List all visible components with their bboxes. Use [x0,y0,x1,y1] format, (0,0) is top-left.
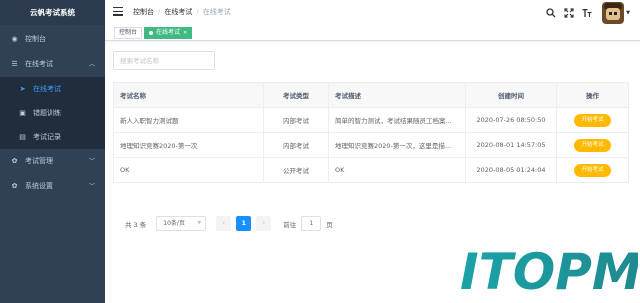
chevron-down-icon: ▼ [197,220,202,226]
avatar[interactable] [602,1,625,24]
tag-dashboard[interactable]: 控制台 [114,27,143,39]
tag-online-exam[interactable]: 在线考试 ✕ [144,27,193,39]
cell-actions: 开始考试 [556,107,629,133]
app: 云帆考试系统 ◉ 控制台 ☰ 在线考试 ︿ ➤ 在线考试 ▣ 错题训练 ▤ 考试记录 ✿ 考… [0,0,640,303]
watermark-text: ITOPM [460,244,638,299]
app-logo-title[interactable]: 云帆考试系统 [0,0,105,25]
gear-icon: ✿ [11,157,18,165]
table-header-row: 考试名称 考试类型 考试描述 创建时间 操作 [113,82,629,108]
page-size-select[interactable]: 10条/页 ▼ [156,216,207,231]
sidebar-item-exam-records[interactable]: ▤ 考试记录 [0,125,105,149]
watermark: ITOPM [453,238,640,303]
submenu-online-exam: ➤ 在线考试 ▣ 错题训练 ▤ 考试记录 [0,77,105,149]
cell-actions: 开始考试 [556,157,629,183]
search-input[interactable] [113,51,215,70]
prev-page-button[interactable]: ‹ [216,216,232,231]
chevron-down-icon: ﹀ [88,183,95,190]
cell-exam-type: 内部考试 [263,107,329,133]
cell-exam-description: 简单的智力测试，考试结果随员工档案... [328,107,466,133]
column-header-created-time: 创建时间 [465,82,557,108]
pagination: 共 3 条 10条/页 ▼ ‹ 1 › 前往 1 页 [125,216,333,231]
send-icon: ➤ [19,85,26,93]
cell-exam-description: 地理知识竞赛2020-第一次，这里是描... [328,132,466,158]
navbar-right-menu: ▼ [540,0,630,25]
sidebar-item-exam-management[interactable]: ✿ 考试管理 ﹀ [0,149,105,174]
breadcrumb-item-online-exam[interactable]: 在线考试 [164,8,192,16]
cell-created-time: 2020-08-01 14:57:05 [465,132,557,158]
navbar: 控制台 / 在线考试 / 在线考试 ▼ [105,0,640,25]
breadcrumb-item-current: 在线考试 [202,8,231,16]
cell-exam-type: 公开考试 [263,157,329,183]
table-row: OK 公开考试 OK 2020-08-05 01:24:04 开始考试 [113,157,629,183]
book-icon: ▣ [19,109,26,117]
cell-created-time: 2020-08-05 01:24:04 [465,157,557,183]
next-page-button[interactable]: › [256,216,272,231]
fullscreen-icon[interactable] [562,6,576,20]
watermark-logo: ITOPM [460,244,638,299]
chevron-down-icon: ﹀ [88,158,95,165]
caret-down-icon[interactable]: ▼ [626,10,630,16]
sidebar-item-label: 考试记录 [33,133,61,141]
hamburger-menu-icon[interactable] [113,7,123,17]
sidebar-item-label: 控制台 [25,35,46,43]
sidebar-item-dashboard[interactable]: ◉ 控制台 [0,27,105,52]
page-number-current[interactable]: 1 [236,216,252,231]
start-exam-button[interactable]: 开始考试 [574,163,611,177]
tags-view: 控制台 在线考试 ✕ [105,25,640,41]
start-exam-button[interactable]: 开始考试 [574,138,611,152]
close-icon[interactable]: ✕ [183,30,187,36]
sidebar-item-label: 在线考试 [25,60,53,68]
dashboard-icon: ◉ [11,35,18,43]
sidebar-item-label: 考试管理 [25,157,53,165]
sidebar-item-label: 在线考试 [33,85,61,93]
cell-created-time: 2020-07-26 08:50:50 [465,107,557,133]
goto-page-input[interactable]: 1 [301,216,322,231]
sidebar-item-system-settings[interactable]: ✿ 系统设置 ﹀ [0,174,105,199]
column-header-exam-description: 考试描述 [328,82,466,108]
search-icon[interactable] [544,6,558,20]
table-row: 新人入职智力测试题 内部考试 简单的智力测试，考试结果随员工档案... 2020… [113,107,629,133]
sidebar-item-wrong-question-training[interactable]: ▣ 错题训练 [0,101,105,125]
list-icon: ☰ [11,60,18,68]
cell-actions: 开始考试 [556,132,629,158]
cell-exam-type: 内部考试 [263,132,329,158]
record-icon: ▤ [19,133,26,141]
settings-icon: ✿ [11,182,18,190]
cell-exam-name: 新人入职智力测试题 [113,107,264,133]
sidebar-item-label: 错题训练 [33,109,61,117]
column-header-actions: 操作 [556,82,629,108]
exam-table: 考试名称 考试类型 考试描述 创建时间 操作 新人入职智力测试题 内部考试 简单… [113,82,629,183]
goto-label: 前往 [283,220,297,229]
column-header-exam-type: 考试类型 [263,82,329,108]
column-header-exam-name: 考试名称 [113,82,264,108]
font-size-icon[interactable] [580,6,594,20]
cell-exam-name: OK [113,157,264,183]
sidebar-item-online-exam[interactable]: ☰ 在线考试 ︿ [0,52,105,77]
active-dot-icon [149,30,153,35]
breadcrumb-item-dashboard[interactable]: 控制台 [133,8,154,16]
breadcrumb: 控制台 / 在线考试 / 在线考试 [133,8,231,16]
cell-exam-name: 地理知识竞赛2020-第一次 [113,132,264,158]
cell-exam-description: OK [328,157,466,183]
sidebar: 云帆考试系统 ◉ 控制台 ☰ 在线考试 ︿ ➤ 在线考试 ▣ 错题训练 ▤ 考试记录 ✿ 考… [0,0,105,303]
start-exam-button[interactable]: 开始考试 [574,113,611,127]
chevron-up-icon: ︿ [88,61,95,68]
table-row: 地理知识竞赛2020-第一次 内部考试 地理知识竞赛2020-第一次，这里是描.… [113,132,629,158]
page-unit-label: 页 [326,220,333,229]
sidebar-item-online-exam-sub[interactable]: ➤ 在线考试 [0,77,105,101]
pagination-total: 共 3 条 [125,220,147,229]
sidebar-item-label: 系统设置 [25,182,53,190]
